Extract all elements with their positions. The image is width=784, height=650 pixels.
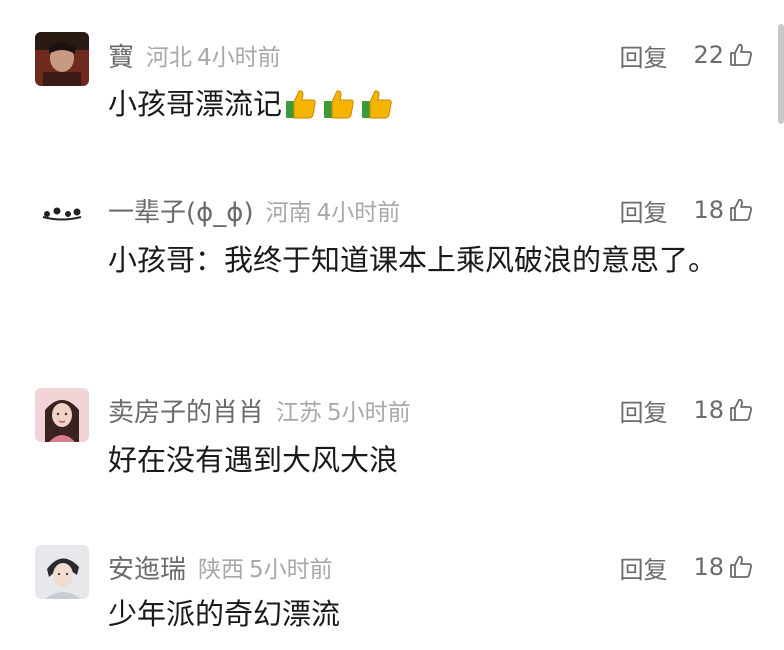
username[interactable]: 安迤瑞 [108, 549, 186, 586]
location: 河南 [265, 200, 312, 226]
reply-button[interactable]: 回复 [619, 393, 667, 428]
like-count: 18 [693, 396, 724, 424]
location: 江苏 [276, 400, 323, 426]
comment-feed: 寶 河北 4小时前 回复 22 小孩哥漂流记 一辈子(ɸ_ɸ) 河南 4小时前 … [0, 0, 784, 650]
username[interactable]: 一辈子(ɸ_ɸ) [108, 192, 254, 229]
reply-button[interactable]: 回复 [619, 193, 667, 228]
like-count: 18 [693, 196, 724, 224]
comment-meta: 安迤瑞 陕西 5小时前 [108, 547, 333, 587]
comment-actions: 回复 18 [619, 547, 754, 587]
thumbs-up-outline-icon[interactable] [728, 554, 754, 580]
avatar[interactable] [35, 186, 89, 240]
timestamp: 5小时前 [327, 400, 411, 426]
reply-button[interactable]: 回复 [619, 38, 667, 73]
comment-meta: 寶 河北 4小时前 [108, 35, 281, 75]
username[interactable]: 寶 [108, 37, 134, 74]
thumbs-up-emoji-icon [360, 88, 398, 132]
comment-text: 好在没有遇到大风大浪 [108, 443, 399, 477]
comment-text: 少年派的奇幻漂流 [108, 597, 341, 631]
comment-actions: 回复 18 [619, 390, 754, 430]
scrollbar[interactable] [778, 24, 784, 124]
like-button[interactable]: 22 [693, 41, 754, 69]
timestamp: 4小时前 [316, 200, 401, 226]
like-button[interactable]: 18 [693, 396, 754, 424]
like-button[interactable]: 18 [693, 553, 754, 581]
like-count: 22 [693, 41, 724, 69]
thumbs-up-outline-icon[interactable] [728, 397, 754, 423]
reply-button[interactable]: 回复 [619, 550, 667, 585]
thumbs-up-emoji-icon [284, 88, 322, 132]
like-button[interactable]: 18 [693, 196, 754, 224]
avatar[interactable] [35, 545, 89, 599]
avatar[interactable] [35, 32, 89, 86]
comment-actions: 回复 22 [619, 35, 754, 75]
timestamp: 5小时前 [249, 557, 333, 583]
comment-meta: 卖房子的肖肖 江苏 5小时前 [108, 390, 411, 430]
location: 河北 [146, 45, 193, 71]
location: 陕西 [198, 557, 245, 583]
thumbs-up-outline-icon[interactable] [728, 197, 754, 223]
comment-actions: 回复 18 [619, 190, 754, 230]
username[interactable]: 卖房子的肖肖 [108, 392, 264, 429]
thumbs-up-emoji-icon [322, 88, 360, 132]
like-count: 18 [693, 553, 724, 581]
thumbs-up-outline-icon[interactable] [728, 42, 754, 68]
comment-meta: 一辈子(ɸ_ɸ) 河南 4小时前 [108, 190, 400, 230]
avatar[interactable] [35, 388, 89, 442]
emoji-group [284, 88, 398, 132]
comment-text-content: 小孩哥漂流记 [108, 87, 283, 121]
comment-text: 小孩哥：我终于知道课本上乘风破浪的意思了。 [108, 243, 718, 277]
timestamp: 4小时前 [197, 45, 281, 71]
comment-text: 小孩哥漂流记 [108, 82, 748, 132]
